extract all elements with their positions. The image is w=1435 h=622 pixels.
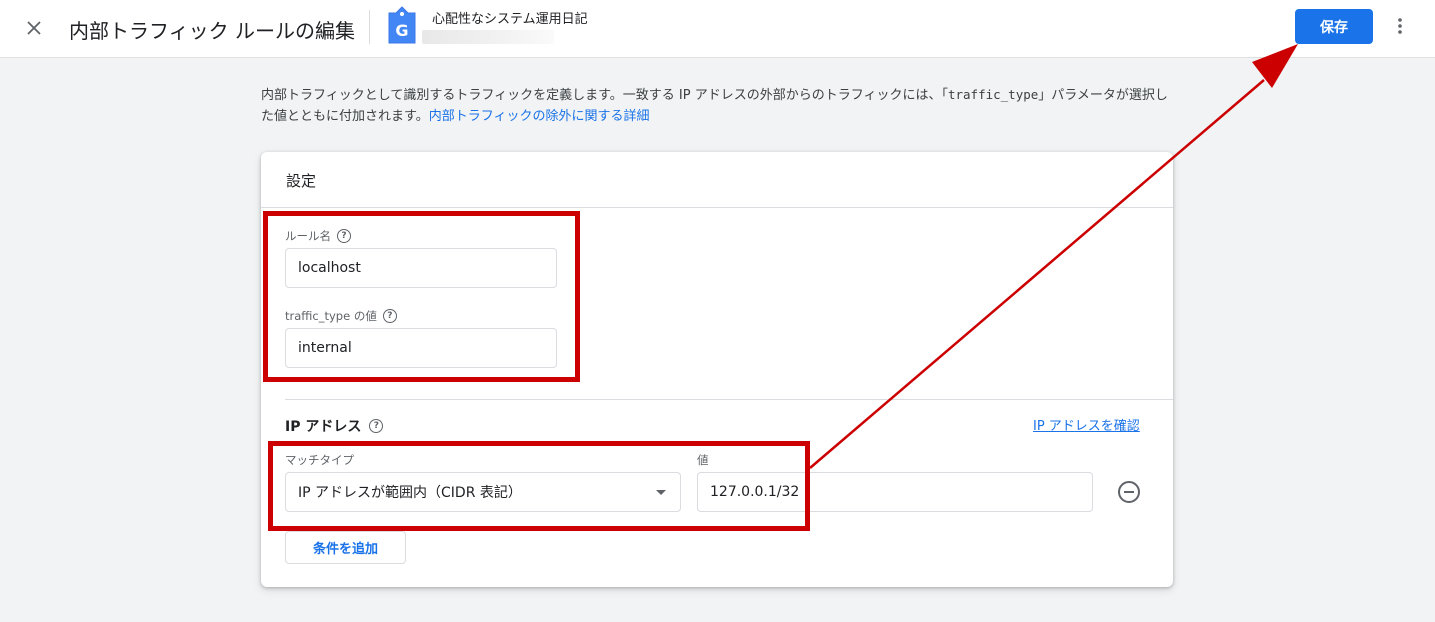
traffic-type-label-text: traffic_type の値 [285,309,377,323]
close-icon [27,21,41,35]
section-divider [285,399,1173,400]
more-vert-icon [1398,18,1402,34]
ip-value: 127.0.0.1/32 [710,484,800,500]
rule-name-label-text: ルール名 [285,229,331,243]
rule-name-input[interactable]: localhost [285,248,557,288]
more-options-button[interactable] [1390,12,1410,40]
dropdown-arrow-icon [656,490,666,495]
settings-card: 設定 ルール名 ? localhost traffic_type の値 ? in… [261,152,1173,587]
property-icon-letter: G [395,21,408,40]
ip-heading-text: IP アドレス [285,419,362,435]
property-name: 心配性なシステム運用日記 [432,12,588,27]
rule-name-label: ルール名 ? [285,228,351,244]
ip-value-label: 値 [697,452,709,468]
match-type-value: IP アドレスが範囲内（CIDR 表記） [298,485,522,501]
page-title: 内部トラフィック ルールの編集 [69,19,355,43]
top-app-bar: 内部トラフィック ルールの編集 G 心配性なシステム運用日記 保存 [0,0,1435,58]
card-divider [261,207,1173,208]
header-divider [369,10,370,44]
match-type-select[interactable]: IP アドレスが範囲内（CIDR 表記） [285,472,681,512]
traffic-type-input[interactable]: internal [285,328,557,368]
help-icon[interactable]: ? [337,229,351,243]
ip-address-heading: IP アドレス ? [285,416,384,436]
help-icon[interactable]: ? [369,419,384,433]
property-id-redacted [422,30,554,44]
intro-description: 内部トラフィックとして識別するトラフィックを定義します。一致する IP アドレス… [261,84,1176,127]
learn-more-link[interactable]: 内部トラフィックの除外に関する詳細 [429,109,650,124]
add-condition-button[interactable]: 条件を追加 [285,531,406,564]
match-type-label: マッチタイプ [285,452,354,468]
ip-value-label-text: 値 [697,453,709,467]
rule-name-value: localhost [298,260,361,276]
remove-circle-icon [1124,491,1134,493]
close-button[interactable] [20,14,48,42]
save-button[interactable]: 保存 [1295,9,1373,44]
card-title: 設定 [286,172,317,190]
intro-param: traffic_type [947,87,1039,102]
traffic-type-value: internal [298,340,352,356]
help-icon[interactable]: ? [382,309,397,323]
property-tag-icon: G [388,6,416,48]
intro-text-1: 内部トラフィックとして識別するトラフィックを定義します。一致する IP アドレス… [261,88,948,103]
check-ip-link[interactable]: IP アドレスを確認 [1033,415,1140,434]
traffic-type-label: traffic_type の値 ? [285,308,397,324]
remove-condition-button[interactable] [1118,481,1140,503]
ip-value-input[interactable]: 127.0.0.1/32 [697,472,1093,512]
match-type-label-text: マッチタイプ [285,453,354,467]
